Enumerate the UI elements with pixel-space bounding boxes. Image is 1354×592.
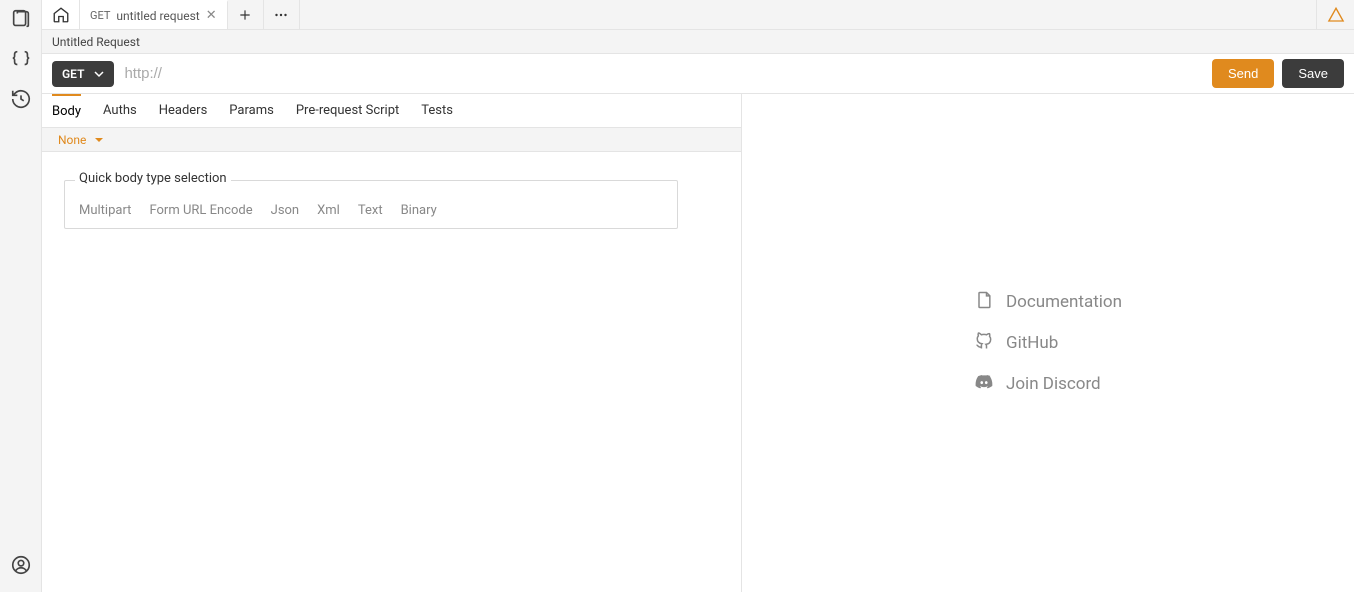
- body-type-select[interactable]: None: [42, 128, 741, 152]
- new-tab-button[interactable]: [228, 0, 264, 29]
- request-title-bar: Untitled Request: [42, 30, 1354, 54]
- tab-params[interactable]: Params: [229, 95, 274, 126]
- left-rail: [0, 0, 42, 592]
- url-row: GET Send Save: [42, 54, 1354, 94]
- main-column: GET untitled request ✕ Untitled Request …: [42, 0, 1354, 592]
- quick-body-binary[interactable]: Binary: [401, 203, 437, 218]
- discord-icon: [974, 372, 994, 397]
- tab-strip: GET untitled request ✕: [42, 0, 1354, 30]
- document-icon: [974, 290, 994, 315]
- tab-tests[interactable]: Tests: [421, 95, 453, 126]
- quick-body-formurl[interactable]: Form URL Encode: [149, 203, 252, 218]
- documentation-link[interactable]: Documentation: [974, 290, 1122, 315]
- request-sub-tabs: Body Auths Headers Params Pre-request Sc…: [42, 94, 741, 128]
- info-links: Documentation GitHub Join Discord: [974, 290, 1122, 397]
- chevron-down-icon: [94, 135, 104, 145]
- chevron-down-icon: [94, 69, 104, 79]
- quick-body-xml[interactable]: Xml: [317, 203, 340, 218]
- tab-title: untitled request: [116, 9, 199, 23]
- close-icon[interactable]: ✕: [206, 8, 217, 23]
- quick-body-box: Quick body type selection Multipart Form…: [64, 180, 678, 229]
- method-select[interactable]: GET: [52, 61, 114, 87]
- quick-body-multipart[interactable]: Multipart: [79, 203, 131, 218]
- tab-auths[interactable]: Auths: [103, 95, 137, 126]
- history-icon[interactable]: [10, 88, 32, 110]
- request-pane: Body Auths Headers Params Pre-request Sc…: [42, 94, 742, 592]
- save-button[interactable]: Save: [1282, 59, 1344, 88]
- tab-headers[interactable]: Headers: [159, 95, 208, 126]
- quick-body-options: Multipart Form URL Encode Json Xml Text …: [79, 203, 663, 218]
- quick-body-json[interactable]: Json: [271, 203, 299, 218]
- documentation-label: Documentation: [1006, 292, 1122, 312]
- more-tabs-button[interactable]: [264, 0, 300, 29]
- github-link[interactable]: GitHub: [974, 331, 1122, 356]
- discord-label: Join Discord: [1006, 374, 1101, 394]
- response-pane: Documentation GitHub Join Discord: [742, 94, 1354, 592]
- warning-triangle-icon[interactable]: [1316, 0, 1354, 29]
- account-icon[interactable]: [10, 554, 32, 576]
- home-tab[interactable]: [42, 0, 80, 29]
- body-type-label: None: [58, 133, 86, 147]
- quick-body-wrap: Quick body type selection Multipart Form…: [42, 152, 741, 257]
- panes: Body Auths Headers Params Pre-request Sc…: [42, 94, 1354, 592]
- send-button[interactable]: Send: [1212, 59, 1274, 88]
- tab-prerequest[interactable]: Pre-request Script: [296, 95, 399, 126]
- tab-method: GET: [90, 9, 110, 22]
- method-select-label: GET: [62, 67, 84, 81]
- tab-body[interactable]: Body: [52, 94, 81, 127]
- discord-link[interactable]: Join Discord: [974, 372, 1122, 397]
- url-input[interactable]: [122, 61, 1204, 86]
- request-title: Untitled Request: [52, 35, 140, 49]
- quick-body-legend: Quick body type selection: [75, 171, 231, 186]
- request-tab[interactable]: GET untitled request ✕: [80, 0, 228, 29]
- github-label: GitHub: [1006, 333, 1058, 353]
- github-icon: [974, 331, 994, 356]
- quick-body-text[interactable]: Text: [358, 203, 383, 218]
- collections-icon[interactable]: [10, 8, 32, 30]
- env-braces-icon[interactable]: [10, 48, 32, 70]
